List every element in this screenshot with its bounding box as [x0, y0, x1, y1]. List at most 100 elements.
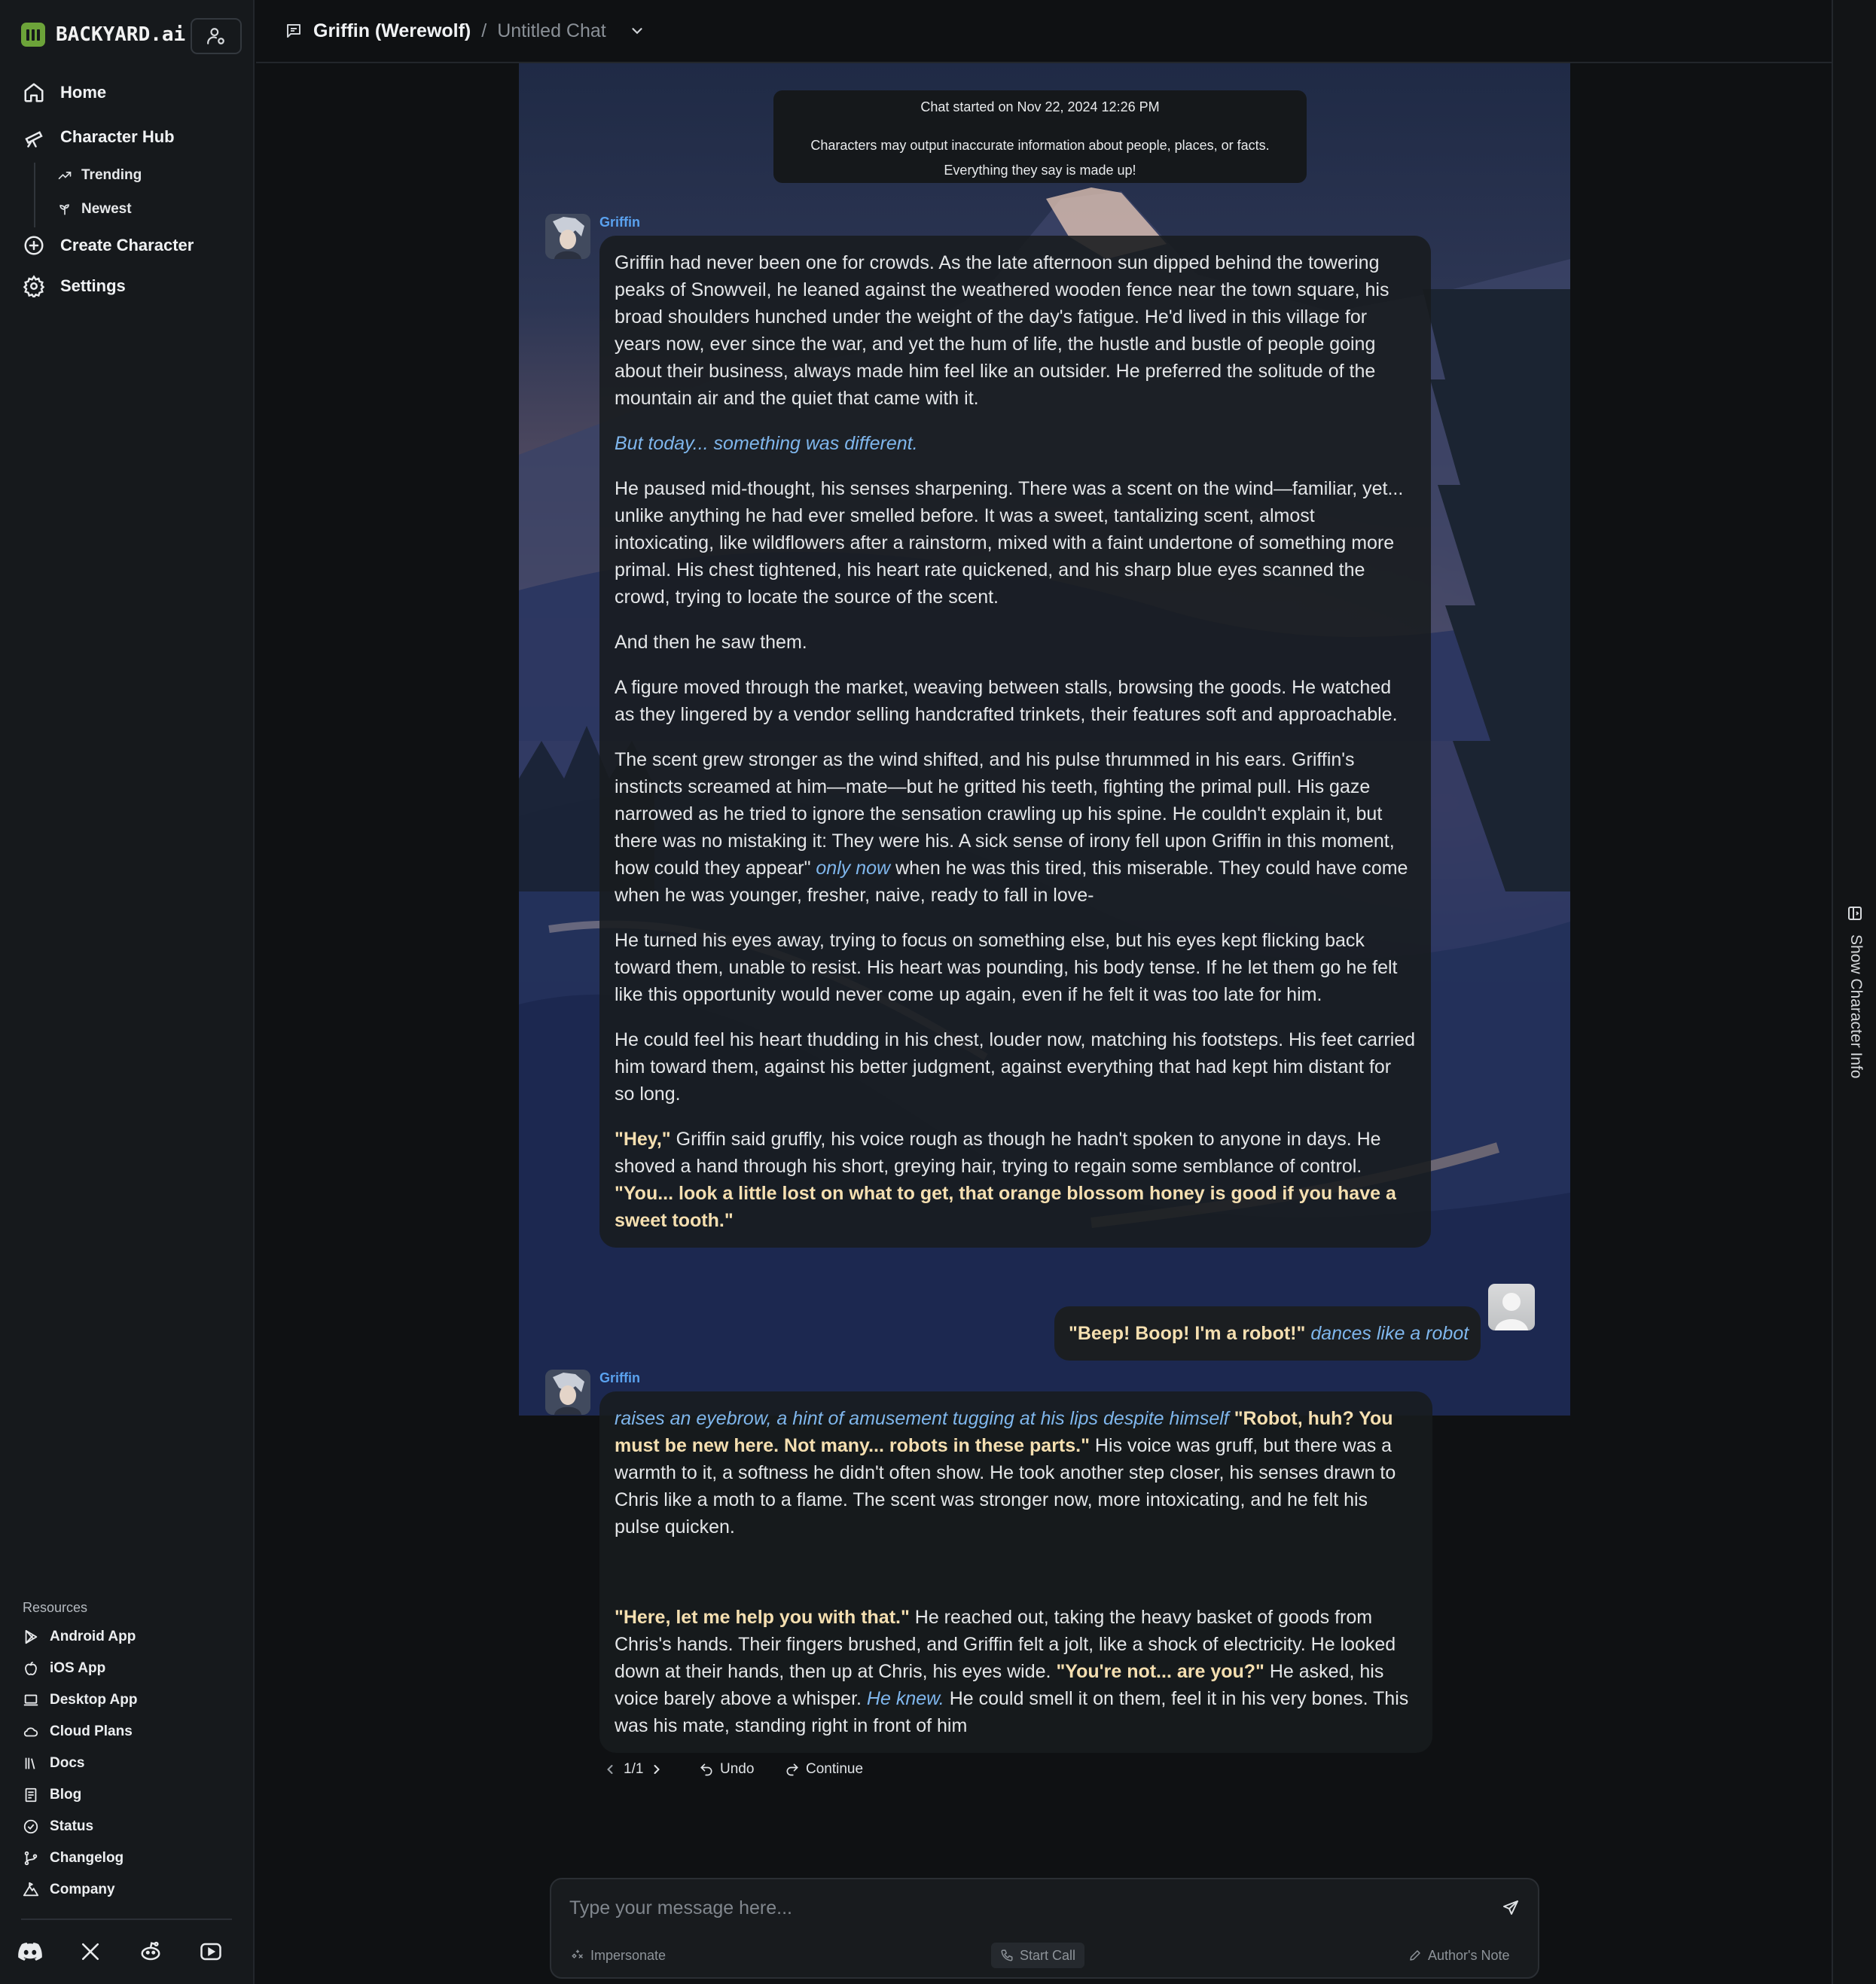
resource-docs[interactable]: Docs [23, 1755, 84, 1772]
impersonate-label: Impersonate [590, 1947, 667, 1963]
undo-label: Undo [720, 1761, 755, 1777]
reddit-icon [141, 1941, 160, 1961]
backyard-logo-icon [21, 23, 45, 47]
resource-ios-app[interactable]: iOS App [23, 1660, 105, 1677]
chat-header: Griffin (Werewolf) / Untitled Chat [256, 0, 1832, 63]
telescope-icon [25, 131, 43, 148]
nav-home[interactable]: Home [23, 81, 106, 104]
resource-cloud-plans-label: Cloud Plans [50, 1723, 133, 1739]
show-character-info-button[interactable]: Show Character Info [1833, 900, 1876, 1096]
redo-icon [786, 1763, 798, 1776]
resource-changelog[interactable]: Changelog [23, 1850, 124, 1867]
nav-character-hub-label: Character Hub [60, 127, 175, 146]
user-avatar[interactable] [1488, 1284, 1535, 1330]
resource-blog[interactable]: Blog [23, 1787, 81, 1803]
message-action: raises an eyebrow, a hint of amusement t… [615, 1408, 1229, 1429]
pencil-icon [1410, 1950, 1420, 1961]
resource-status[interactable]: Status [23, 1818, 93, 1835]
nav-newest-label: Newest [81, 201, 132, 217]
message-composer: Impersonate Start Call Author's Note [550, 1878, 1539, 1979]
sparkles-icon [572, 1949, 583, 1959]
message-input[interactable] [569, 1893, 1458, 1923]
resource-company[interactable]: Company [23, 1882, 115, 1898]
griffin-portrait-icon [545, 214, 590, 259]
authors-note-label: Author's Note [1428, 1947, 1510, 1963]
nav-character-hub[interactable]: Character Hub [23, 126, 175, 148]
discord-icon [18, 1943, 42, 1961]
chevron-right-icon[interactable] [649, 1762, 664, 1777]
character-name[interactable]: Griffin (Werewolf) [313, 20, 471, 42]
message-speaker-name[interactable]: Griffin [599, 215, 640, 230]
show-character-info-label: Show Character Info [1847, 934, 1865, 1079]
chevron-left-icon[interactable] [602, 1762, 618, 1777]
continue-button[interactable]: Continue [785, 1757, 863, 1781]
message-speaker-name[interactable]: Griffin [599, 1370, 640, 1386]
chat-bubble-icon [287, 24, 300, 38]
x-logo-icon [81, 1943, 99, 1961]
undo-button[interactable]: Undo [699, 1757, 754, 1781]
brand-logo[interactable]: BACKYARD.ai [21, 23, 185, 47]
check-circle-icon [23, 1819, 38, 1834]
message-paragraph: He could feel his heart thudding in his … [615, 1029, 1416, 1105]
message-speech: "You're not... are you?" [1056, 1661, 1264, 1682]
subnav-guide-line [34, 163, 35, 227]
breadcrumb-separator: / [481, 20, 487, 41]
discord-link[interactable] [17, 1938, 44, 1965]
x-link[interactable] [77, 1938, 104, 1965]
resource-changelog-label: Changelog [50, 1850, 124, 1866]
chat-start-notice: Chat started on Nov 22, 2024 12:26 PM Ch… [773, 90, 1307, 183]
nav-newest[interactable]: Newest [57, 201, 132, 218]
griffin-portrait-icon [545, 1370, 590, 1415]
default-user-icon [1495, 1293, 1528, 1330]
message-speech: "Hey," [615, 1129, 671, 1150]
griffin-message-2: raises an eyebrow, a hint of amusement t… [599, 1391, 1432, 1753]
character-info-rail: Show Character Info [1832, 0, 1876, 1984]
send-button[interactable] [1497, 1894, 1524, 1922]
newspaper-icon [25, 1787, 37, 1803]
message-speech: "Beep! Boop! I'm a robot!" [1069, 1323, 1306, 1344]
undo-icon [700, 1763, 712, 1776]
griffin-avatar[interactable] [545, 214, 590, 259]
brand-name: BACKYARD.ai [56, 23, 186, 46]
resource-android-app[interactable]: Android App [23, 1629, 136, 1645]
chevron-down-icon[interactable] [629, 23, 645, 39]
youtube-link[interactable] [197, 1938, 224, 1965]
griffin-avatar[interactable] [545, 1370, 590, 1415]
chat-title[interactable]: Untitled Chat [497, 20, 606, 42]
phone-icon [1001, 1949, 1013, 1961]
message-speech: "Here, let me help you with that." [615, 1607, 910, 1628]
nav-settings-label: Settings [60, 276, 126, 295]
start-call-button[interactable]: Start Call [991, 1943, 1085, 1968]
nav-create-character[interactable]: Create Character [23, 234, 194, 257]
message-paragraph: "Hey," Griffin said gruffly, his voice r… [615, 1126, 1416, 1234]
resource-cloud-plans[interactable]: Cloud Plans [23, 1723, 133, 1740]
nav-create-character-label: Create Character [60, 236, 194, 254]
plus-circle-icon [24, 236, 44, 255]
resource-status-label: Status [50, 1818, 94, 1834]
panel-icon [1848, 907, 1862, 920]
message-paragraph: A figure moved through the market, weavi… [615, 677, 1398, 725]
authors-note-button[interactable]: Author's Note [1408, 1943, 1510, 1968]
message-paragraph: "Here, let me help you with that." He re… [615, 1604, 1417, 1739]
mountain-flag-icon [23, 1882, 39, 1897]
continue-label: Continue [806, 1761, 864, 1777]
nav-trending[interactable]: Trending [57, 167, 142, 184]
start-call-label: Start Call [1020, 1947, 1076, 1963]
message-action: only now [816, 858, 891, 879]
nav-settings[interactable]: Settings [23, 275, 126, 297]
sidebar: BACKYARD.ai Home Character Hub Trending … [0, 0, 255, 1984]
chat-disclaimer-line-1: Characters may output inaccurate informa… [810, 138, 1270, 153]
user-cog-icon [207, 28, 224, 44]
impersonate-button[interactable]: Impersonate [571, 1943, 666, 1968]
message-action: dances like a robot [1310, 1323, 1469, 1344]
youtube-icon [200, 1943, 221, 1961]
resource-desktop-app[interactable]: Desktop App [23, 1692, 137, 1708]
account-settings-button[interactable] [191, 18, 242, 54]
chat-disclaimer-line-2: Everything they say is made up! [944, 163, 1136, 178]
griffin-message-1: Griffin had never been one for crowds. A… [599, 236, 1431, 1248]
chat-start-time: Chat started on Nov 22, 2024 12:26 PM [920, 99, 1160, 114]
message-paragraph: He paused mid-thought, his senses sharpe… [615, 478, 1404, 608]
apple-icon [25, 1661, 37, 1675]
message-paragraph: Griffin had never been one for crowds. A… [615, 252, 1389, 409]
reddit-link[interactable] [137, 1938, 164, 1965]
